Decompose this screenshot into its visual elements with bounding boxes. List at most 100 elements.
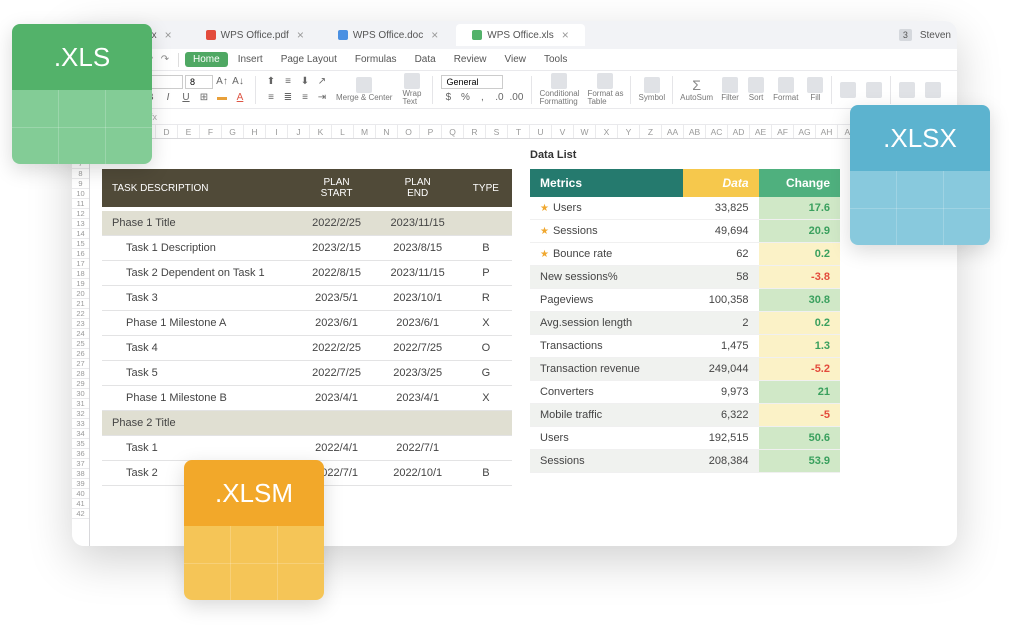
freeze-button[interactable] [895, 80, 919, 100]
column-header[interactable]: AE [750, 125, 772, 138]
column-header[interactable]: AB [684, 125, 706, 138]
column-header[interactable]: T [508, 125, 530, 138]
orientation-icon[interactable]: ↗ [315, 75, 329, 89]
row-height-button[interactable] [836, 80, 860, 100]
sort-button[interactable]: Sort [744, 75, 768, 104]
column-header[interactable]: H [244, 125, 266, 138]
column-header[interactable]: AG [794, 125, 816, 138]
menu-home[interactable]: Home [185, 52, 228, 67]
column-header[interactable]: V [552, 125, 574, 138]
menu-review[interactable]: Review [446, 52, 495, 67]
column-header[interactable]: K [310, 125, 332, 138]
row-header[interactable]: 14 [72, 229, 89, 239]
table-row[interactable]: Sessions208,38453.9 [530, 450, 840, 473]
row-header[interactable]: 24 [72, 329, 89, 339]
table-row[interactable]: Converters9,97321 [530, 381, 840, 404]
column-header[interactable]: AF [772, 125, 794, 138]
row-header[interactable]: 20 [72, 289, 89, 299]
col-width-button[interactable] [862, 80, 886, 100]
menu-view[interactable]: View [496, 52, 534, 67]
column-header[interactable]: F [200, 125, 222, 138]
menu-data[interactable]: Data [407, 52, 444, 67]
fill-color-icon[interactable]: ▬ [215, 91, 229, 105]
table-row[interactable]: Task 1 Description2023/2/152023/8/15B [102, 236, 512, 261]
row-header[interactable]: 13 [72, 219, 89, 229]
column-header[interactable]: Z [640, 125, 662, 138]
column-header[interactable]: N [376, 125, 398, 138]
row-header[interactable]: 36 [72, 449, 89, 459]
close-icon[interactable]: × [431, 28, 438, 42]
table-row[interactable]: Task 52022/7/252023/3/25G [102, 361, 512, 386]
fill-button[interactable]: Fill [803, 75, 827, 104]
row-header[interactable]: 38 [72, 469, 89, 479]
table-row[interactable]: New sessions%58-3.8 [530, 266, 840, 289]
row-header[interactable]: 27 [72, 359, 89, 369]
align-center-icon[interactable]: ≣ [281, 91, 295, 105]
table-row[interactable]: Task 2 Dependent on Task 12022/8/152023/… [102, 261, 512, 286]
column-header[interactable]: D [156, 125, 178, 138]
table-row[interactable]: Task 12022/4/12022/7/1 [102, 436, 512, 461]
table-row[interactable]: Phase 2 Title [102, 411, 512, 436]
row-header[interactable]: 11 [72, 199, 89, 209]
table-row[interactable]: Phase 1 Milestone A2023/6/12023/6/1X [102, 311, 512, 336]
row-header[interactable]: 33 [72, 419, 89, 429]
table-row[interactable]: Phase 1 Milestone B2023/4/12023/4/1X [102, 386, 512, 411]
align-left-icon[interactable]: ≡ [264, 91, 278, 105]
row-header[interactable]: 42 [72, 509, 89, 519]
row-header[interactable]: 10 [72, 189, 89, 199]
row-header[interactable]: 26 [72, 349, 89, 359]
align-right-icon[interactable]: ≡ [298, 91, 312, 105]
row-header[interactable]: 17 [72, 259, 89, 269]
wrap-text-button[interactable]: Wrap Text [399, 71, 424, 108]
filter-button[interactable]: Filter [718, 75, 742, 104]
row-header[interactable]: 12 [72, 209, 89, 219]
row-header[interactable]: 32 [72, 409, 89, 419]
align-top-icon[interactable]: ⬆ [264, 75, 278, 89]
row-header[interactable]: 8 [72, 169, 89, 179]
close-icon[interactable]: × [165, 28, 172, 42]
font-size-select[interactable] [185, 75, 213, 89]
percent-icon[interactable]: % [458, 91, 472, 105]
user-name[interactable]: Steven [920, 30, 951, 41]
column-header[interactable]: Y [618, 125, 640, 138]
row-header[interactable]: 39 [72, 479, 89, 489]
align-bottom-icon[interactable]: ⬇ [298, 75, 312, 89]
indent-icon[interactable]: ⇥ [315, 91, 329, 105]
table-row[interactable]: Mobile traffic6,322-5 [530, 404, 840, 427]
column-header[interactable]: R [464, 125, 486, 138]
row-header[interactable]: 30 [72, 389, 89, 399]
merge-center-button[interactable]: Merge & Center [333, 75, 395, 104]
row-header[interactable]: 19 [72, 279, 89, 289]
table-row[interactable]: Task 32023/5/12023/10/1R [102, 286, 512, 311]
table-row[interactable]: Phase 1 Title2022/2/252023/11/15 [102, 211, 512, 236]
row-header[interactable]: 18 [72, 269, 89, 279]
table-row[interactable]: Pageviews100,35830.8 [530, 289, 840, 312]
number-format-select[interactable] [441, 75, 503, 89]
underline-icon[interactable]: U [179, 91, 193, 105]
column-header[interactable]: U [530, 125, 552, 138]
column-header[interactable]: O [398, 125, 420, 138]
column-header[interactable]: J [288, 125, 310, 138]
table-row[interactable]: ★Bounce rate620.2 [530, 243, 840, 266]
close-icon[interactable]: × [562, 28, 569, 42]
align-middle-icon[interactable]: ≡ [281, 75, 295, 89]
notification-count[interactable]: 3 [899, 29, 912, 41]
row-header[interactable]: 40 [72, 489, 89, 499]
comma-icon[interactable]: , [475, 91, 489, 105]
font-color-icon[interactable]: A [233, 91, 247, 105]
column-header[interactable]: E [178, 125, 200, 138]
column-header[interactable]: M [354, 125, 376, 138]
conditional-formatting-button[interactable]: Conditional Formatting [536, 71, 582, 108]
table-row[interactable]: Transactions1,4751.3 [530, 335, 840, 358]
table-row[interactable]: ★Sessions49,69420.9 [530, 220, 840, 243]
column-header[interactable]: P [420, 125, 442, 138]
table-row[interactable]: Task 42022/2/252022/7/25O [102, 336, 512, 361]
row-header[interactable]: 23 [72, 319, 89, 329]
menu-insert[interactable]: Insert [230, 52, 271, 67]
column-header[interactable]: AH [816, 125, 838, 138]
menu-tools[interactable]: Tools [536, 52, 575, 67]
currency-icon[interactable]: $ [441, 91, 455, 105]
row-header[interactable]: 21 [72, 299, 89, 309]
row-header[interactable]: 35 [72, 439, 89, 449]
row-header[interactable]: 22 [72, 309, 89, 319]
